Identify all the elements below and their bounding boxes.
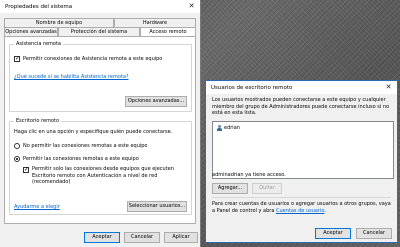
remote-assistance-group: Asistencia remota ✓ Permitir conexiones … <box>9 41 192 112</box>
remote-desktop-users-dialog: Usuarios de escritorio remoto ✕ Los usua… <box>205 80 398 243</box>
divider <box>212 197 391 198</box>
note-text: Para crear cuentas de usuarios o agregar… <box>212 201 391 214</box>
cancel-button[interactable]: Cancelar <box>124 232 160 243</box>
user-accounts-link[interactable]: Cuentas de usuario <box>276 208 324 214</box>
remote-access-panel: Asistencia remota ✓ Permitir conexiones … <box>4 36 196 224</box>
tab-computer-name[interactable]: Nombre de equipo <box>4 18 114 27</box>
add-button[interactable]: Agregar... <box>212 183 248 194</box>
ok-button[interactable]: Aceptar <box>84 232 120 243</box>
assistance-help-link[interactable]: ¿Qué sucede si se habilita Asistencia re… <box>14 74 129 80</box>
cancel-button[interactable]: Cancelar <box>356 228 392 239</box>
tab-hardware[interactable]: Hardware <box>114 18 196 27</box>
system-properties-window: Propiedades del sistema ✕ Nombre de equi… <box>0 0 201 247</box>
ok-button[interactable]: Aceptar <box>315 228 351 239</box>
no-remote-label: No permitir las conexiones remotas a est… <box>23 143 148 149</box>
tab-row-bottom: Opciones avanzadas Protección del sistem… <box>4 27 196 37</box>
nla-label: Permitir solo las conexiones desde equip… <box>32 166 174 185</box>
allow-remote-label: Permitir las conexiones remotas a este e… <box>23 156 139 162</box>
list-item[interactable]: edrian <box>224 125 240 131</box>
allow-remote-radio[interactable] <box>14 156 20 162</box>
title-bar: Usuarios de escritorio remoto ✕ <box>206 81 397 94</box>
select-users-button[interactable]: Seleccionar usuarios... <box>127 201 187 212</box>
apply-button[interactable]: Aplicar <box>164 232 198 243</box>
nla-checkbox[interactable]: ✓ <box>23 167 29 173</box>
has-access-text: adminadrian ya tiene acceso. <box>212 172 286 178</box>
group-label: Asistencia remota <box>14 41 63 47</box>
remote-desktop-group: Escritorio remoto Haga clic en una opció… <box>9 118 192 215</box>
users-list[interactable]: edrian <box>212 121 394 179</box>
advanced-options-button[interactable]: Opciones avanzadas... <box>125 96 187 107</box>
tab-advanced-options[interactable]: Opciones avanzadas <box>4 27 58 36</box>
tab-row-top: Nombre de equipo Hardware <box>4 18 196 27</box>
allow-assistance-checkbox[interactable]: ✓ <box>14 56 20 62</box>
radio-dot-icon <box>16 158 18 160</box>
user-icon <box>216 125 222 131</box>
tab-system-protection[interactable]: Protección del sistema <box>58 27 140 36</box>
title-bar: Propiedades del sistema ✕ <box>0 0 200 13</box>
dialog-title: Usuarios de escritorio remoto <box>211 85 293 91</box>
remove-button[interactable]: Quitar <box>252 183 282 194</box>
window-title: Propiedades del sistema <box>5 4 73 10</box>
dialog-info-text: Los usuarios mostrados pueden conectarse… <box>212 97 390 116</box>
close-icon[interactable]: ✕ <box>382 81 395 94</box>
help-me-choose-link[interactable]: Ayudarme a elegir <box>14 204 60 210</box>
allow-assistance-label: Permitir conexiones de Asistencia remota… <box>23 56 163 62</box>
no-remote-radio[interactable] <box>14 143 20 149</box>
close-icon[interactable]: ✕ <box>185 0 198 13</box>
desktop-prompt: Haga clic en una opción y especifique qu… <box>14 129 173 135</box>
group-label: Escritorio remoto <box>14 118 62 124</box>
